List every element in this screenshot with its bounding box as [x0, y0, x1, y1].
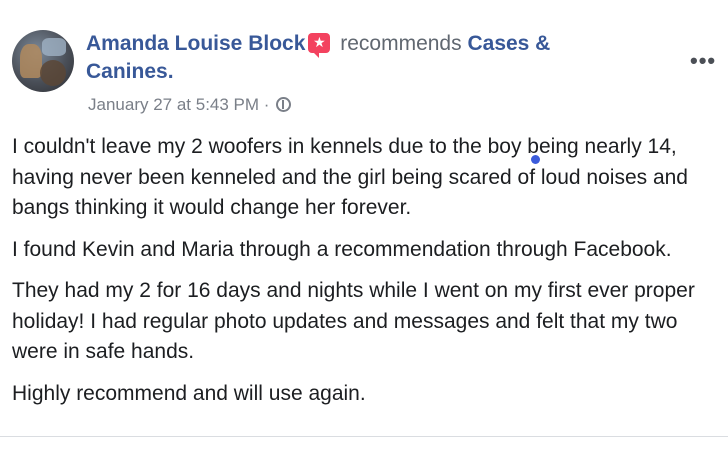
- post-meta: January 27 at 5:43 PM ·: [88, 94, 292, 116]
- post-timestamp[interactable]: January 27 at 5:43 PM ·: [88, 95, 269, 114]
- page-name-link[interactable]: Cases &: [467, 32, 550, 55]
- divider: [0, 436, 728, 437]
- avatar-shape: [42, 38, 66, 56]
- author-name-link[interactable]: Amanda Louise Block: [86, 32, 305, 55]
- author-avatar[interactable]: [12, 30, 74, 92]
- globe-icon[interactable]: [276, 97, 292, 112]
- more-options-icon[interactable]: •••: [690, 48, 716, 74]
- post-paragraph: Highly recommend and will use again.: [12, 381, 366, 405]
- avatar-shape: [40, 60, 66, 86]
- star-icon: ★: [313, 35, 326, 51]
- post-body: I couldn't leave my 2 woofers in kennels…: [12, 132, 718, 420]
- cursor-dot: [531, 155, 540, 164]
- post-paragraph: I found Kevin and Maria through a recomm…: [12, 237, 672, 261]
- facebook-recommendation-post: Amanda Louise Block ★ recommends Cases & …: [0, 0, 728, 455]
- recommendation-badge-icon: ★: [308, 33, 331, 58]
- avatar-shape: [20, 44, 42, 78]
- post-paragraph: They had my 2 for 16 days and nights whi…: [12, 279, 695, 363]
- recommends-label: recommends: [340, 32, 462, 55]
- post-paragraph: I couldn't leave my 2 woofers in kennels…: [12, 135, 688, 219]
- page-name-link-continued[interactable]: Canines.: [86, 60, 174, 83]
- post-header: Amanda Louise Block ★ recommends Cases & …: [86, 30, 646, 86]
